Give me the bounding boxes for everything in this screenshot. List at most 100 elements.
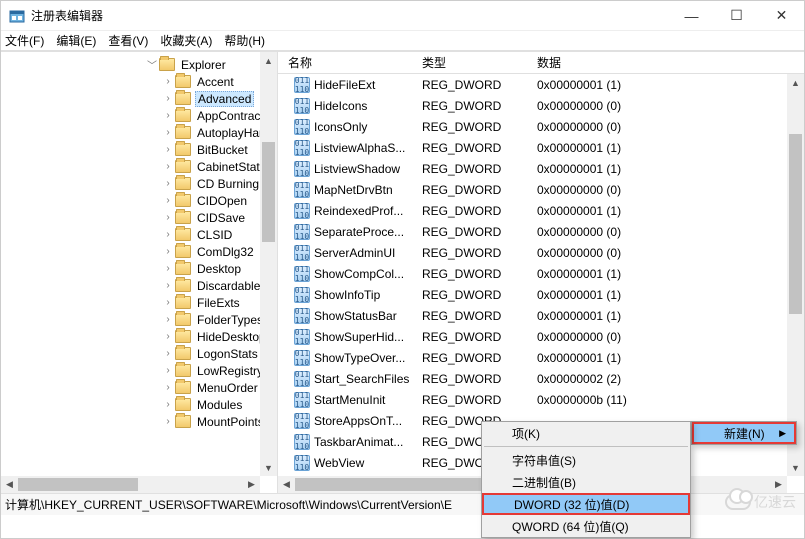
expander-icon[interactable]: › [161,246,175,257]
expander-icon[interactable]: › [161,416,175,427]
expander-icon[interactable]: › [161,76,175,87]
tree-item[interactable]: ›CLSID [1,226,277,243]
submenu-string[interactable]: 字符串值(S) [482,449,690,471]
tree-horizontal-scrollbar[interactable]: ◀ ▶ [1,476,260,493]
scroll-down-icon[interactable]: ▼ [260,459,277,476]
scroll-right-icon[interactable]: ▶ [770,476,787,493]
expander-icon[interactable]: › [161,161,175,172]
list-row[interactable]: 011110ShowCompCol...REG_DWORD0x00000001 … [278,263,804,284]
list-row[interactable]: 011110HideFileExtREG_DWORD0x00000001 (1) [278,74,804,95]
list-row[interactable]: 011110ListviewAlphaS...REG_DWORD0x000000… [278,137,804,158]
submenu-qword[interactable]: QWORD (64 位)值(Q) [482,515,690,537]
expander-icon[interactable]: › [161,178,175,189]
expander-icon[interactable]: › [161,110,175,121]
list-row[interactable]: 011110SeparateProce...REG_DWORD0x0000000… [278,221,804,242]
maximize-button[interactable]: ☐ [714,1,759,30]
list-row[interactable]: 011110ShowInfoTipREG_DWORD0x00000001 (1) [278,284,804,305]
menu-file[interactable]: 文件(F) [5,32,44,49]
tree-item[interactable]: ›HideDesktopI [1,328,277,345]
reg-dword-icon: 011110 [294,434,310,450]
list-row[interactable]: 011110ShowStatusBarREG_DWORD0x00000001 (… [278,305,804,326]
tree-item[interactable]: ›FolderTypes [1,311,277,328]
list-row[interactable]: 011110ServerAdminUIREG_DWORD0x00000000 (… [278,242,804,263]
tree-item[interactable]: ›FileExts [1,294,277,311]
expander-icon[interactable]: › [161,382,175,393]
list-row[interactable]: 011110HideIconsREG_DWORD0x00000000 (0) [278,95,804,116]
expander-icon[interactable]: › [161,399,175,410]
tree-item[interactable]: › Discardable [1,277,277,294]
list-row[interactable]: 011110ListviewShadowREG_DWORD0x00000001 … [278,158,804,179]
expander-icon[interactable]: › [161,348,175,359]
scrollbar-thumb[interactable] [295,478,495,491]
tree-item[interactable]: ›MenuOrder [1,379,277,396]
tree-item[interactable]: ›AppContract [1,107,277,124]
list-vertical-scrollbar[interactable]: ▲ ▼ [787,74,804,476]
value-data: 0x00000001 (1) [533,351,804,365]
tree-item[interactable]: ›MountPoints2 [1,413,277,430]
tree-item[interactable]: ›Modules [1,396,277,413]
scroll-left-icon[interactable]: ◀ [278,476,295,493]
scroll-up-icon[interactable]: ▲ [787,74,804,91]
tree-item[interactable]: ›CIDOpen [1,192,277,209]
tree-label: Discardable [195,279,262,293]
expander-icon[interactable]: ﹀ [145,57,159,72]
tree-item[interactable]: ›AutoplayHand [1,124,277,141]
expander-icon[interactable]: › [161,212,175,223]
tree-vertical-scrollbar[interactable]: ▲ ▼ [260,52,277,476]
expander-icon[interactable]: › [161,365,175,376]
tree-item-explorer[interactable]: ﹀Explorer [1,56,277,73]
expander-icon[interactable]: › [161,144,175,155]
expander-icon[interactable]: › [161,263,175,274]
column-data-header[interactable]: 数据 [533,54,804,71]
expander-icon[interactable]: › [161,297,175,308]
expander-icon[interactable]: › [161,280,175,291]
tree-item[interactable]: ›CabinetState [1,158,277,175]
scroll-left-icon[interactable]: ◀ [1,476,18,493]
tree-item[interactable]: ›CD Burning [1,175,277,192]
scrollbar-thumb[interactable] [18,478,138,491]
scroll-down-icon[interactable]: ▼ [787,459,804,476]
tree-item[interactable]: ›Advanced [1,90,277,107]
tree-item[interactable]: ›Desktop [1,260,277,277]
folder-icon [175,194,191,207]
tree-label: LowRegistry [195,364,265,378]
expander-icon[interactable]: › [161,314,175,325]
expander-icon[interactable]: › [161,331,175,342]
expander-icon[interactable]: › [161,195,175,206]
scroll-right-icon[interactable]: ▶ [243,476,260,493]
list-row[interactable]: 011110Start_SearchFilesREG_DWORD0x000000… [278,368,804,389]
column-name-header[interactable]: 名称 [278,54,418,71]
list-row[interactable]: 011110ShowSuperHid...REG_DWORD0x00000000… [278,326,804,347]
expander-icon[interactable]: › [161,229,175,240]
tree-item[interactable]: ›ComDlg32 [1,243,277,260]
close-button[interactable]: ✕ [759,1,804,30]
scroll-up-icon[interactable]: ▲ [260,52,277,69]
titlebar: 注册表编辑器 — ☐ ✕ [1,1,804,31]
list-row[interactable]: 011110MapNetDrvBtnREG_DWORD0x00000000 (0… [278,179,804,200]
scrollbar-thumb[interactable] [789,134,802,314]
menu-favorites[interactable]: 收藏夹(A) [160,32,212,49]
list-row[interactable]: 011110StartMenuInitREG_DWORD0x0000000b (… [278,389,804,410]
tree-item[interactable]: ›CIDSave [1,209,277,226]
context-menu-new[interactable]: 新建(N) ▶ [692,422,796,444]
menu-help[interactable]: 帮助(H) [224,32,265,49]
value-data: 0x00000001 (1) [533,204,804,218]
scrollbar-thumb[interactable] [262,142,275,242]
menu-view[interactable]: 查看(V) [108,32,148,49]
expander-icon[interactable]: › [161,127,175,138]
list-row[interactable]: 011110ShowTypeOver...REG_DWORD0x00000001… [278,347,804,368]
tree-label: BitBucket [195,143,250,157]
list-row[interactable]: 011110IconsOnlyREG_DWORD0x00000000 (0) [278,116,804,137]
submenu-binary[interactable]: 二进制值(B) [482,471,690,493]
minimize-button[interactable]: — [669,1,714,30]
list-row[interactable]: 011110ReindexedProf...REG_DWORD0x0000000… [278,200,804,221]
tree-item[interactable]: ›Accent [1,73,277,90]
tree-item[interactable]: ›LogonStats [1,345,277,362]
submenu-dword[interactable]: DWORD (32 位)值(D) [482,493,690,515]
tree-item[interactable]: › LowRegistry [1,362,277,379]
submenu-key[interactable]: 项(K) [482,422,690,444]
expander-icon[interactable]: › [161,93,175,104]
tree-item[interactable]: › BitBucket [1,141,277,158]
menu-edit[interactable]: 编辑(E) [56,32,96,49]
column-type-header[interactable]: 类型 [418,54,533,71]
